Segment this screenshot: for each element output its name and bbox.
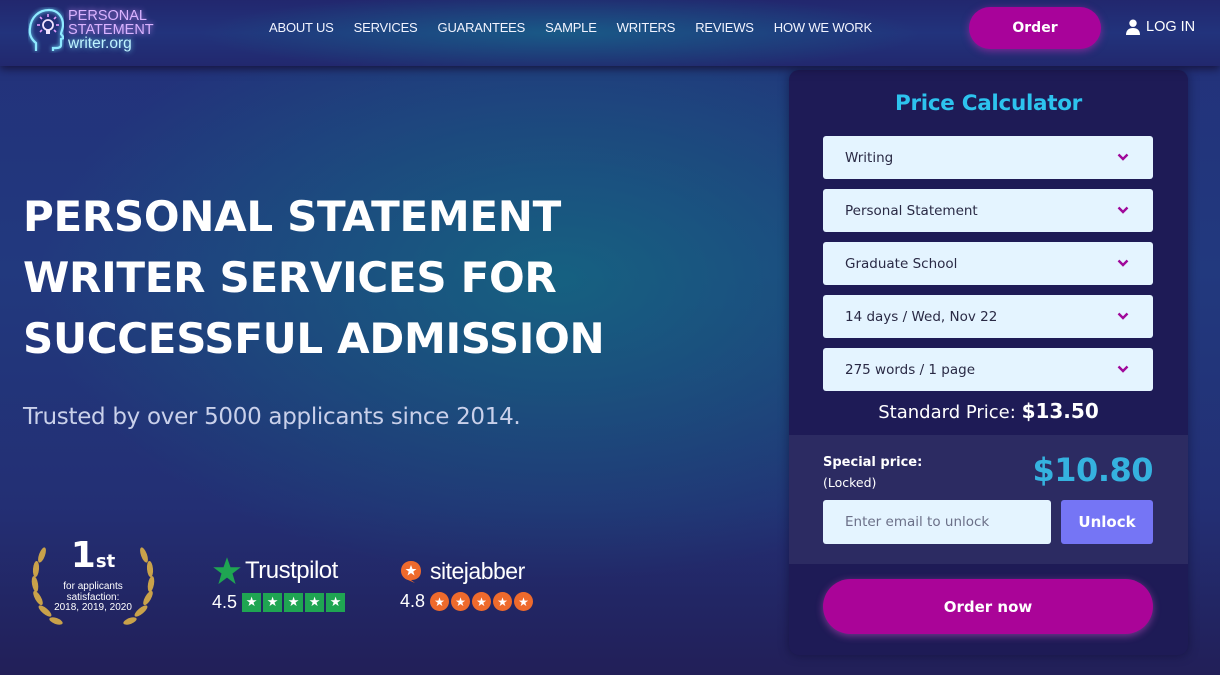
hero-title-line: SUCCESSFUL ADMISSION <box>23 314 605 363</box>
unlock-button[interactable]: Unlock <box>1061 500 1153 544</box>
nav-about-us[interactable]: ABOUT US <box>269 20 334 35</box>
select-value: Writing <box>845 149 894 166</box>
star-icon: ★ <box>472 592 492 611</box>
trustpilot-rating[interactable]: Trustpilot 4.5 ★ ★ ★ ★ ★ <box>212 556 347 613</box>
nav-guarantees[interactable]: GUARANTEES <box>438 20 526 35</box>
select-value: 14 days / Wed, Nov 22 <box>845 308 998 325</box>
nav-services[interactable]: SERVICES <box>354 20 418 35</box>
site-header: PERSONAL STATEMENT writer.org ABOUT US S… <box>0 0 1220 66</box>
trustpilot-star-icon <box>213 557 241 585</box>
head-lightbulb-icon <box>28 8 64 51</box>
service-type-select[interactable]: Writing <box>823 136 1153 179</box>
main-nav: ABOUT US SERVICES GUARANTEES SAMPLE WRIT… <box>269 20 892 35</box>
special-price-label: Special price: <box>823 455 923 470</box>
special-price-section: Special price: (Locked) $10.80 Unlock <box>789 435 1188 564</box>
paper-type-select[interactable]: Personal Statement <box>823 189 1153 232</box>
site-logo[interactable]: PERSONAL STATEMENT writer.org <box>28 7 154 53</box>
special-price-value: $10.80 <box>1032 451 1154 489</box>
logo-text-line3: writer.org <box>68 35 132 52</box>
chevron-down-icon <box>1117 259 1129 267</box>
star-icon: ★ <box>514 592 534 611</box>
sitejabber-logo-icon <box>401 560 421 583</box>
user-icon <box>1126 19 1140 35</box>
nav-sample[interactable]: SAMPLE <box>545 20 597 35</box>
nav-how-we-work[interactable]: HOW WE WORK <box>774 20 872 35</box>
header-order-button[interactable]: Order <box>969 7 1101 49</box>
nav-reviews[interactable]: REVIEWS <box>695 20 754 35</box>
order-now-button[interactable]: Order now <box>823 579 1153 634</box>
hero-title-line: WRITER SERVICES FOR <box>23 253 557 302</box>
email-input[interactable] <box>823 500 1051 544</box>
hero-title-line: PERSONAL STATEMENT <box>23 192 561 241</box>
award-rank: 1st <box>28 535 158 576</box>
academic-level-select[interactable]: Graduate School <box>823 242 1153 285</box>
star-icon: ★ <box>242 593 262 612</box>
star-icon: ★ <box>326 593 346 612</box>
price-calculator: Price Calculator Writing Personal Statem… <box>789 70 1188 655</box>
award-badge: 1st for applicants satisfaction: 2018, 2… <box>28 535 158 630</box>
standard-price-label: Standard Price: <box>878 402 1016 423</box>
trustpilot-score: 4.5 <box>212 592 238 612</box>
calculator-title: Price Calculator <box>895 91 1082 116</box>
star-icon: ★ <box>451 592 471 611</box>
select-value: 275 words / 1 page <box>845 361 976 378</box>
star-icon: ★ <box>263 593 283 612</box>
pages-select[interactable]: 275 words / 1 page <box>823 348 1153 391</box>
hero-subtitle: Trusted by over 5000 applicants since 20… <box>23 404 521 430</box>
sitejabber-name: sitejabber <box>430 558 525 584</box>
logo-text-line1: PERSONAL <box>68 8 147 24</box>
award-text: for applicants satisfaction: 2018, 2019,… <box>28 581 158 614</box>
award-rank-number: 1 <box>70 535 96 576</box>
chevron-down-icon <box>1117 365 1129 373</box>
star-icon: ★ <box>284 593 304 612</box>
sitejabber-rating[interactable]: sitejabber 4.8 ★ ★ ★ ★ ★ <box>400 558 535 612</box>
standard-price: Standard Price: $13.50 <box>789 399 1188 423</box>
nav-writers[interactable]: WRITERS <box>617 20 676 35</box>
select-value: Personal Statement <box>845 202 978 219</box>
login-label: LOG IN <box>1146 19 1196 35</box>
star-icon: ★ <box>493 592 513 611</box>
star-icon: ★ <box>430 592 450 611</box>
special-price-status: (Locked) <box>823 475 877 490</box>
hero-title: PERSONAL STATEMENT WRITER SERVICES FOR S… <box>23 186 643 369</box>
award-text-line: 2018, 2019, 2020 <box>54 602 132 613</box>
award-rank-suffix: st <box>95 551 116 572</box>
sitejabber-score: 4.8 <box>400 591 426 611</box>
login-link[interactable]: LOG IN <box>1126 19 1195 35</box>
deadline-select[interactable]: 14 days / Wed, Nov 22 <box>823 295 1153 338</box>
standard-price-value: $13.50 <box>1021 399 1099 423</box>
chevron-down-icon <box>1117 153 1129 161</box>
star-icon: ★ <box>305 593 325 612</box>
award-text-line: for applicants <box>63 581 123 592</box>
chevron-down-icon <box>1117 312 1129 320</box>
chevron-down-icon <box>1117 206 1129 214</box>
trustpilot-name: Trustpilot <box>245 557 338 584</box>
select-value: Graduate School <box>845 255 958 272</box>
